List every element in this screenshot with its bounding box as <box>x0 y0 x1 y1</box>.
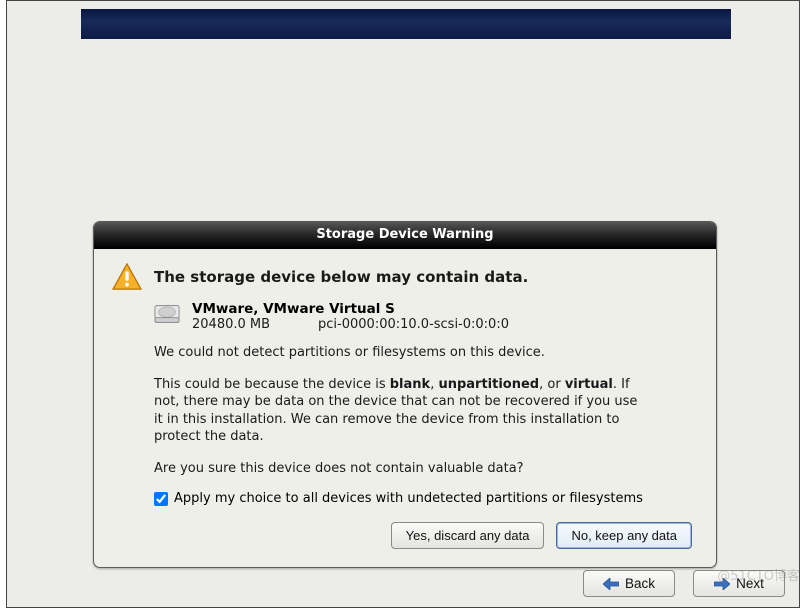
arrow-right-icon <box>714 578 730 590</box>
device-subline: 20480.0 MB pci-0000:00:10.0-scsi-0:0:0:0 <box>192 317 509 332</box>
dialog-title: Storage Device Warning <box>94 222 716 249</box>
back-label: Back <box>625 576 655 591</box>
dialog-button-row: Yes, discard any data No, keep any data <box>112 522 698 553</box>
paragraph-explain: This could be because the device is blan… <box>154 376 644 446</box>
dialog-heading: The storage device below may contain dat… <box>154 268 528 286</box>
apply-all-row[interactable]: Apply my choice to all devices with unde… <box>154 491 698 506</box>
nav-button-row: Back Next <box>583 570 785 597</box>
yes-discard-button[interactable]: Yes, discard any data <box>391 522 545 549</box>
device-info: VMware, VMware Virtual S 20480.0 MB pci-0… <box>192 301 509 332</box>
next-label: Next <box>736 576 764 591</box>
next-button[interactable]: Next <box>693 570 785 597</box>
dialog-body: The storage device below may contain dat… <box>94 249 716 567</box>
arrow-left-icon <box>603 578 619 590</box>
apply-all-checkbox[interactable] <box>154 492 168 506</box>
warning-icon <box>112 263 142 291</box>
installer-window: Storage Device Warning The storage devic… <box>6 0 800 608</box>
device-name: VMware, VMware Virtual S <box>192 301 509 317</box>
harddrive-icon <box>154 303 180 325</box>
heading-row: The storage device below may contain dat… <box>112 263 698 291</box>
device-size: 20480.0 MB <box>192 317 270 332</box>
device-path: pci-0000:00:10.0-scsi-0:0:0:0 <box>318 317 509 332</box>
device-row: VMware, VMware Virtual S 20480.0 MB pci-0… <box>154 301 698 332</box>
paragraph-nodetect: We could not detect partitions or filesy… <box>154 344 644 362</box>
paragraph-confirm: Are you sure this device does not contai… <box>154 460 644 478</box>
apply-all-label: Apply my choice to all devices with unde… <box>174 491 643 506</box>
no-keep-button[interactable]: No, keep any data <box>556 522 692 549</box>
storage-warning-dialog: Storage Device Warning The storage devic… <box>93 221 717 568</box>
back-button[interactable]: Back <box>583 570 675 597</box>
banner-bar <box>81 9 731 39</box>
